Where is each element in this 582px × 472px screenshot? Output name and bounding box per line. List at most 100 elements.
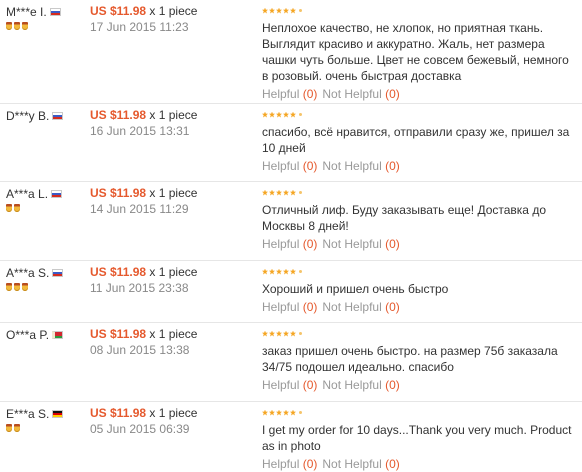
review-text: Неплохое качество, не хлопок, но приятна…	[262, 21, 569, 83]
russia-flag-icon	[52, 112, 64, 120]
review-date: 16 Jun 2015 13:31	[90, 124, 190, 138]
star-icon	[283, 7, 289, 14]
not-helpful-label: Not Helpful	[322, 378, 382, 392]
medal-icon	[6, 22, 12, 30]
order-info: US $11.98 x 1 piece 05 Jun 2015 06:39	[90, 406, 255, 437]
star-rating	[262, 110, 577, 119]
germany-flag-icon	[52, 410, 64, 418]
russia-flag-icon	[51, 190, 63, 198]
star-icon	[276, 7, 282, 14]
buyer-info: A***a S.	[6, 266, 86, 292]
helpful-count: (0)	[302, 300, 318, 314]
review-item: M***e I. US $11.98 x 1 piece 17 Jun 2015…	[0, 0, 582, 104]
belarus-flag-icon	[52, 331, 64, 339]
helpful-button[interactable]: Helpful (0)	[262, 87, 317, 101]
not-helpful-button[interactable]: Not Helpful (0)	[322, 457, 399, 471]
star-icon	[283, 268, 289, 275]
helpful-label: Helpful	[262, 237, 300, 251]
order-quantity: x 1 piece	[149, 265, 198, 279]
helpful-label: Helpful	[262, 159, 300, 173]
star-rating	[262, 188, 577, 197]
star-icon	[290, 330, 296, 337]
star-rating	[262, 267, 577, 276]
star-icon	[269, 268, 275, 275]
buyer-name: M***e I.	[6, 5, 47, 19]
not-helpful-label: Not Helpful	[322, 300, 382, 314]
medal-icon	[6, 283, 12, 291]
star-icon	[283, 409, 289, 416]
buyer-level-medals	[6, 204, 86, 213]
review-text: Отличный лиф. Буду заказывать еще! Доста…	[262, 203, 546, 233]
helpful-button[interactable]: Helpful (0)	[262, 159, 317, 173]
star-icon	[262, 409, 268, 416]
feedback-content: Отличный лиф. Буду заказывать еще! Доста…	[262, 188, 577, 252]
review-item: D***y B. US $11.98 x 1 piece 16 Jun 2015…	[0, 104, 582, 182]
not-helpful-button[interactable]: Not Helpful (0)	[322, 87, 399, 101]
order-quantity: x 1 piece	[149, 108, 198, 122]
review-text: спасибо, всё нравится, отправили сразу ж…	[262, 125, 570, 155]
not-helpful-count: (0)	[385, 237, 400, 251]
rating-dot-icon	[299, 191, 302, 194]
star-icon	[283, 189, 289, 196]
not-helpful-count: (0)	[385, 378, 400, 392]
order-price: US $11.98	[90, 4, 147, 18]
star-icon	[262, 7, 268, 14]
buyer-name: D***y B.	[6, 109, 50, 123]
star-icon	[262, 111, 268, 118]
buyer-info: E***a S.	[6, 407, 86, 433]
buyer-name: O***a P.	[6, 328, 50, 342]
star-icon	[290, 111, 296, 118]
not-helpful-count: (0)	[385, 87, 400, 101]
star-icon	[269, 111, 275, 118]
rating-dot-icon	[299, 9, 302, 12]
not-helpful-count: (0)	[385, 300, 400, 314]
review-date: 11 Jun 2015 23:38	[90, 281, 189, 295]
helpful-count: (0)	[302, 87, 318, 101]
review-date: 17 Jun 2015 11:23	[90, 20, 189, 34]
buyer-info: O***a P.	[6, 328, 86, 342]
helpful-label: Helpful	[262, 378, 300, 392]
not-helpful-button[interactable]: Not Helpful (0)	[322, 159, 399, 173]
star-rating	[262, 6, 577, 15]
helpful-count: (0)	[302, 457, 318, 471]
not-helpful-count: (0)	[385, 159, 400, 173]
order-price: US $11.98	[90, 108, 147, 122]
feedback-content: спасибо, всё нравится, отправили сразу ж…	[262, 110, 577, 174]
feedback-content: заказ пришел очень быстро. на размер 75б…	[262, 329, 577, 393]
review-text: заказ пришел очень быстро. на размер 75б…	[262, 344, 558, 374]
feedback-content: I get my order for 10 days...Thank you v…	[262, 408, 577, 472]
star-icon	[276, 189, 282, 196]
review-text: Хороший и пришел очень быстро	[262, 282, 449, 296]
order-info: US $11.98 x 1 piece 17 Jun 2015 11:23	[90, 4, 255, 35]
order-info: US $11.98 x 1 piece 08 Jun 2015 13:38	[90, 327, 255, 358]
rating-dot-icon	[299, 270, 302, 273]
order-quantity: x 1 piece	[149, 406, 198, 420]
helpful-row: Helpful (0) Not Helpful (0)	[262, 457, 577, 472]
rating-dot-icon	[299, 332, 302, 335]
buyer-info: D***y B.	[6, 109, 86, 123]
helpful-row: Helpful (0) Not Helpful (0)	[262, 300, 577, 315]
star-icon	[290, 409, 296, 416]
not-helpful-button[interactable]: Not Helpful (0)	[322, 237, 399, 251]
helpful-button[interactable]: Helpful (0)	[262, 457, 317, 471]
star-icon	[276, 268, 282, 275]
helpful-button[interactable]: Helpful (0)	[262, 237, 317, 251]
helpful-row: Helpful (0) Not Helpful (0)	[262, 87, 577, 102]
order-info: US $11.98 x 1 piece 11 Jun 2015 23:38	[90, 265, 255, 296]
star-icon	[269, 7, 275, 14]
not-helpful-label: Not Helpful	[322, 237, 382, 251]
buyer-level-medals	[6, 283, 86, 292]
helpful-button[interactable]: Helpful (0)	[262, 300, 317, 314]
helpful-button[interactable]: Helpful (0)	[262, 378, 317, 392]
star-icon	[269, 409, 275, 416]
medal-icon	[14, 22, 20, 30]
order-info: US $11.98 x 1 piece 14 Jun 2015 11:29	[90, 186, 255, 217]
buyer-info: A***a L.	[6, 187, 86, 213]
star-icon	[262, 268, 268, 275]
not-helpful-button[interactable]: Not Helpful (0)	[322, 378, 399, 392]
not-helpful-button[interactable]: Not Helpful (0)	[322, 300, 399, 314]
not-helpful-count: (0)	[385, 457, 400, 471]
buyer-level-medals	[6, 424, 86, 433]
medal-icon	[22, 22, 28, 30]
order-quantity: x 1 piece	[149, 186, 198, 200]
